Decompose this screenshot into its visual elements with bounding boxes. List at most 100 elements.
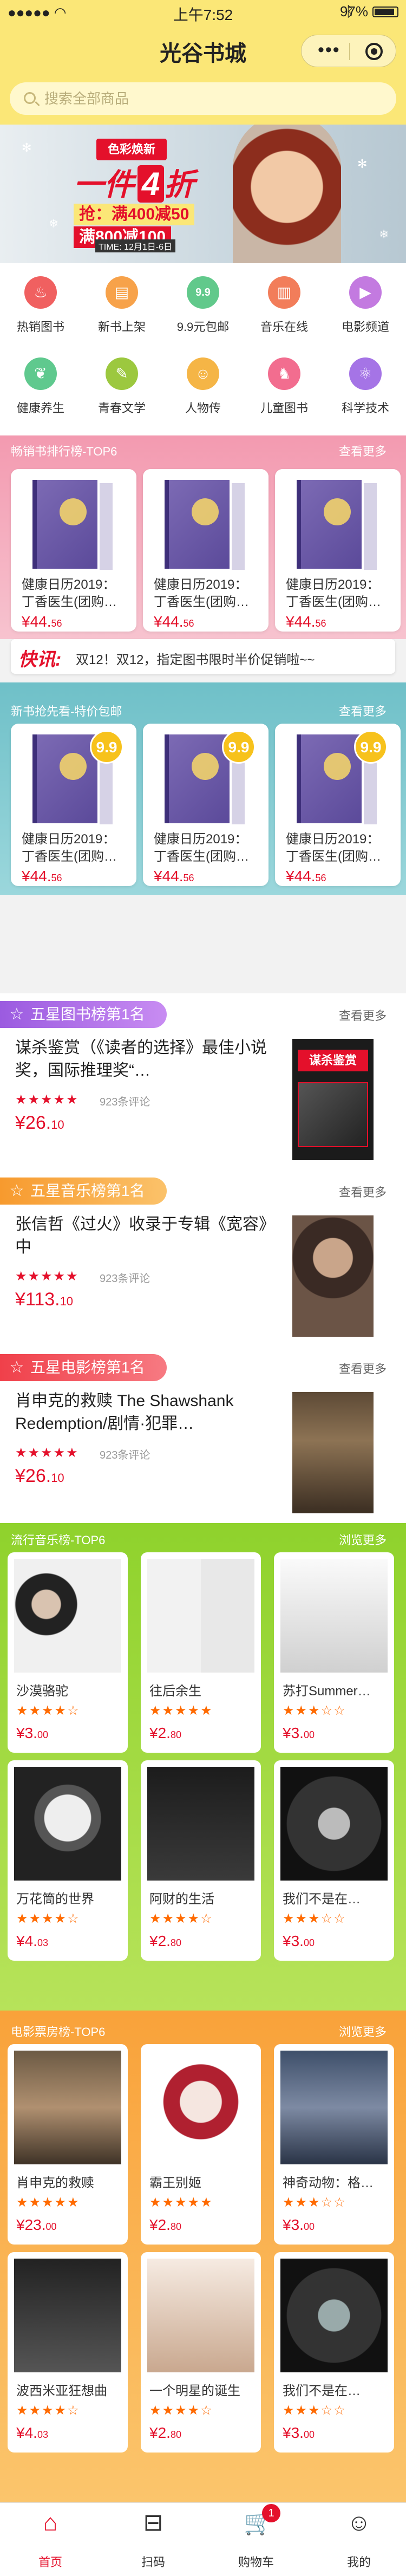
tab-cart[interactable]: 🛒 1 购物车 <box>215 2503 297 2576</box>
price-decimal: 80 <box>170 1729 181 1740</box>
top-book-section[interactable]: 五星图书榜第1名 ☆ 查看更多 谋杀鉴赏（《读者的选择》最佳小说奖，国际推理奖“… <box>0 993 406 1170</box>
price-integer: ¥44. <box>154 613 184 630</box>
media-card[interactable]: 肖申克的救赎 ★★★★★ ¥23.00 <box>8 2044 128 2245</box>
news-ticker[interactable]: 快讯: 双12！双12，指定图书限时半价促销啦~~ <box>11 639 395 674</box>
close-target-icon[interactable] <box>365 43 383 60</box>
product-card[interactable]: 9.9 健康日历2019：丁香医生(团购… ¥44.56 <box>143 724 269 886</box>
view-more-link[interactable]: 查看更多 <box>339 442 387 459</box>
tab-home[interactable]: ⌂ 首页 <box>10 2503 91 2576</box>
promo-banner[interactable]: ✻ ✻ ❄ ❄ 色彩焕新 一件 4 折 抢：满400减50 满800减100 TIM… <box>0 125 406 263</box>
media-card[interactable]: 我们不是在… ★★★☆☆ ¥3.00 <box>274 2252 394 2453</box>
top-music-section[interactable]: 五星音乐榜第1名 ☆ 查看更多 张信哲《过火》收录于专辑《宽容》中 ★★★★★ … <box>0 1170 406 1346</box>
product-name: 健康日历2019：丁香医生(团购… <box>286 832 381 864</box>
price-integer: ¥44. <box>286 868 316 884</box>
rating-stars: ★★★★☆ <box>16 2403 80 2418</box>
cover-front <box>32 480 97 569</box>
cover-front <box>165 734 230 823</box>
price-decimal: 00 <box>303 1937 315 1948</box>
media-price: ¥2.80 <box>149 2424 181 2442</box>
category-item[interactable]: ⚛ 科学技术 <box>325 349 406 430</box>
product-price: ¥44.56 <box>154 868 194 885</box>
price-integer: ¥3. <box>283 1933 304 1949</box>
category-item[interactable]: ▶ 电影频道 <box>325 268 406 349</box>
category-item[interactable]: ▤ 新书上架 <box>81 268 162 349</box>
price-integer: ¥3. <box>283 2216 304 2233</box>
search-input[interactable]: 搜索全部商品 <box>10 82 396 115</box>
media-price: ¥3.00 <box>16 1725 48 1742</box>
media-card[interactable]: 神奇动物：格… ★★★☆☆ ¥3.00 <box>274 2044 394 2245</box>
media-card[interactable]: 苏打Summer… ★★★☆☆ ¥3.00 <box>274 1552 394 1753</box>
view-more-link[interactable]: 浏览更多 <box>339 2022 387 2040</box>
top-book-title: 谋杀鉴赏（《读者的选择》最佳小说奖，国际推理奖“… <box>15 1039 267 1079</box>
media-name: 波西米亚狂想曲 <box>16 2384 107 2398</box>
tab-scan[interactable]: ⊟ 扫码 <box>113 2503 194 2576</box>
category-item[interactable]: ♞ 儿童图书 <box>244 349 325 430</box>
banner-model-image <box>233 125 341 263</box>
price-decimal: 00 <box>303 2429 315 2440</box>
media-card[interactable]: 波西米亚狂想曲 ★★★★☆ ¥4.03 <box>8 2252 128 2453</box>
media-name: 霸王别姬 <box>149 2176 201 2190</box>
new-books-section: 新书抢先看-特价包邮 查看更多 9.9 健康日历2019：丁香医生(团购… ¥44.… <box>0 682 406 895</box>
category-label: 9.9元包邮 <box>176 320 230 334</box>
media-card[interactable]: 阿财的生活 ★★★★☆ ¥2.80 <box>141 1760 261 1961</box>
product-card[interactable]: 9.9 健康日历2019：丁香医生(团购… ¥44.56 <box>275 724 401 886</box>
media-card[interactable]: 我们不是在… ★★★☆☆ ¥3.00 <box>274 1760 394 1961</box>
media-cover-image <box>147 1559 254 1673</box>
price-integer: ¥3. <box>16 1725 37 1741</box>
view-more-link[interactable]: 查看更多 <box>339 1359 387 1377</box>
view-more-link[interactable]: 查看更多 <box>339 702 387 719</box>
rating-stars: ★★★★★ <box>15 1092 79 1107</box>
price-integer: ¥4. <box>16 2424 37 2441</box>
category-item[interactable]: ❦ 健康养生 <box>0 349 81 430</box>
cover-art <box>280 2051 388 2164</box>
media-card[interactable]: 霸王别姬 ★★★★★ ¥2.80 <box>141 2044 261 2245</box>
search-placeholder: 搜索全部商品 <box>44 90 129 107</box>
tab-label: 购物车 <box>238 2555 274 2569</box>
media-card[interactable]: 万花筒的世界 ★★★★☆ ¥4.03 <box>8 1760 128 1961</box>
cover-front <box>297 480 362 569</box>
category-item[interactable]: ✎ 青春文学 <box>81 349 162 430</box>
product-card[interactable]: 健康日历2019：丁香医生(团购… ¥44.56 <box>275 469 401 632</box>
media-name: 阿财的生活 <box>149 1892 214 1907</box>
category-label: 新书上架 <box>97 320 146 334</box>
media-card[interactable]: 往后余生 ★★★★★ ¥2.80 <box>141 1552 261 1753</box>
media-name: 苏打Summer… <box>283 1684 371 1699</box>
mini-program-capsule[interactable]: ••• <box>301 35 396 67</box>
price: ¥26.10 <box>15 1466 64 1487</box>
view-more-link[interactable]: 浏览更多 <box>339 1531 387 1548</box>
section-header: 畅销书排行榜-TOP6 查看更多 <box>0 435 406 463</box>
price-decimal: 56 <box>51 618 62 629</box>
product-card[interactable]: 健康日历2019：丁香医生(团购… ¥44.56 <box>143 469 269 632</box>
news-message: 双12！双12，指定图书限时半价促销啦~~ <box>76 653 315 667</box>
media-cover-image <box>280 1559 388 1673</box>
category-item[interactable]: 9.9 9.9元包邮 <box>162 268 244 349</box>
price-decimal: 56 <box>315 618 326 629</box>
media-cover-image <box>14 2051 121 2164</box>
battery-icon <box>372 6 398 17</box>
product-card[interactable]: 9.9 健康日历2019：丁香医生(团购… ¥44.56 <box>11 724 136 886</box>
tab-user[interactable]: ☺ 我的 <box>318 2503 400 2576</box>
more-dots-icon[interactable]: ••• <box>318 40 340 61</box>
media-cover-image <box>14 2259 121 2372</box>
view-more-link[interactable]: 查看更多 <box>339 1183 387 1200</box>
price-decimal: 00 <box>45 2221 57 2232</box>
price-integer: ¥2. <box>149 2424 171 2441</box>
view-more-link[interactable]: 查看更多 <box>339 1006 387 1024</box>
rating-stars: ★★★☆☆ <box>283 1703 346 1718</box>
user-icon: ☺ <box>346 2509 371 2536</box>
review-count: 923条评论 <box>100 1449 150 1461</box>
category-label: 青春文学 <box>97 401 146 415</box>
category-item[interactable]: ▥ 音乐在线 <box>244 268 325 349</box>
category-item[interactable]: ♨ 热销图书 <box>0 268 81 349</box>
top-movie-section[interactable]: 五星电影榜第1名 ☆ 查看更多 肖申克的救赎 The Shawshank Red… <box>0 1346 406 1523</box>
star-icon: ☆ <box>9 1182 24 1200</box>
category-item[interactable]: ☺ 人物传 <box>162 349 244 430</box>
battery-percent: 97% <box>339 3 368 19</box>
movie-poster-image <box>292 1392 374 1513</box>
product-card[interactable]: 健康日历2019：丁香医生(团购… ¥44.56 <box>11 469 136 632</box>
media-price: ¥3.00 <box>283 1933 315 1950</box>
media-card[interactable]: 一个明星的诞生 ★★★★☆ ¥2.80 <box>141 2252 261 2453</box>
sale-text-block: 色彩焕新 一件 4 折 抢：满400减50 满800减100 <box>74 139 220 252</box>
media-card[interactable]: 沙漠骆驼 ★★★★☆ ¥3.00 <box>8 1552 128 1753</box>
cover-front <box>32 734 97 823</box>
